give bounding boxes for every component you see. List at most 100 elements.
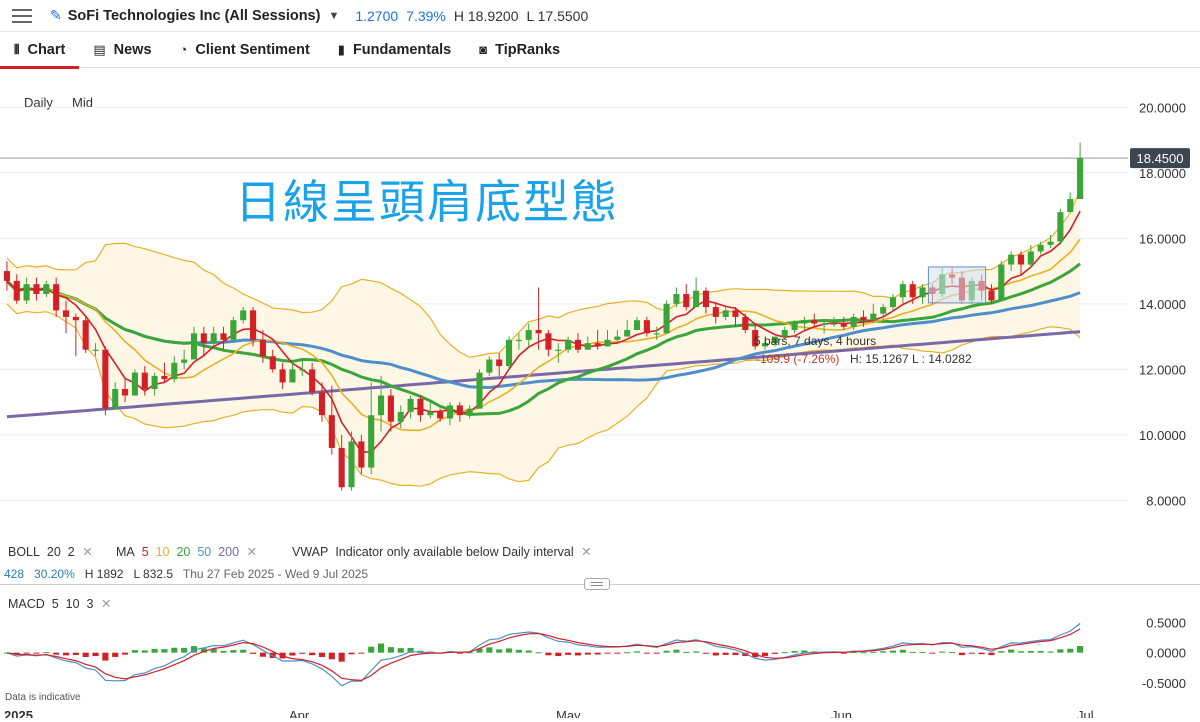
- tab-tipranks[interactable]: ◙ TipRanks: [465, 32, 574, 68]
- candle-body: [574, 339, 582, 350]
- candle-body: [545, 333, 552, 350]
- candle-icon: ⫴: [14, 41, 20, 57]
- bars-icon: ▮: [337, 41, 345, 57]
- macd-histogram-bar: [151, 648, 158, 653]
- macd-histogram-bar: [62, 652, 70, 656]
- candle-body: [240, 310, 247, 321]
- day-high: H 18.9200: [453, 7, 519, 24]
- candle-body: [397, 411, 404, 422]
- candle-body: [43, 284, 50, 294]
- macd-histogram-bar: [870, 651, 877, 653]
- macd-histogram-bar: [791, 650, 798, 653]
- ma-indicator-label[interactable]: MA 5 10 20 50 200 ✕: [116, 544, 257, 559]
- macd-histogram-bar: [112, 652, 119, 657]
- macd-histogram-bar: [289, 652, 296, 656]
- candle-body: [555, 349, 562, 351]
- macd-histogram-bar: [535, 652, 542, 654]
- macd-histogram-bar: [1047, 651, 1054, 653]
- candle-body: [732, 310, 739, 317]
- candle-body: [791, 323, 798, 331]
- macd-histogram-bar: [722, 652, 729, 655]
- tab-client-sentiment[interactable]: ◔ Client Sentiment: [166, 32, 324, 68]
- boll-indicator-label[interactable]: BOLL 20 2 ✕: [8, 544, 93, 559]
- ma200-label: 200: [218, 545, 240, 559]
- macd-histogram-bar: [653, 652, 660, 654]
- candle-body: [633, 320, 641, 331]
- candle-body: [1037, 244, 1044, 252]
- candle-body: [456, 405, 463, 416]
- tab-label: Chart: [27, 41, 66, 58]
- close-icon[interactable]: ✕: [581, 545, 591, 559]
- macd-histogram-bar: [230, 650, 237, 653]
- price-tick-label: 16.0000: [1139, 231, 1186, 246]
- time-tick-label: Jul: [1077, 708, 1094, 718]
- pencil-icon[interactable]: ✎: [50, 7, 62, 24]
- candle-body: [712, 307, 719, 317]
- instrument-title[interactable]: SoFi Technologies Inc (All Sessions): [68, 8, 321, 24]
- candle-body: [318, 392, 326, 416]
- chevron-down-icon[interactable]: ▼: [328, 10, 339, 22]
- price-change-pct: 7.39%: [406, 7, 446, 24]
- macd-histogram-bar: [693, 651, 700, 653]
- macd-histogram-bar: [643, 652, 650, 654]
- tab-fundamentals[interactable]: ▮ Fundamentals: [324, 32, 465, 68]
- candle-body: [23, 284, 30, 301]
- resize-handle-icon[interactable]: [584, 578, 610, 590]
- range-value1: 428: [4, 567, 25, 581]
- close-icon[interactable]: ✕: [247, 545, 257, 559]
- macd-indicator-label[interactable]: MACD 5 10 3 ✕: [8, 596, 111, 611]
- candle-body: [693, 290, 700, 308]
- candle-body: [377, 395, 385, 416]
- candle-body: [614, 336, 621, 340]
- macd-histogram-bar: [771, 652, 778, 654]
- candle-body: [1008, 254, 1015, 265]
- macd-histogram-bar: [1017, 651, 1025, 653]
- macd-histogram-bar: [328, 652, 335, 660]
- macd-name: MACD: [8, 597, 45, 611]
- candle-body: [535, 330, 542, 334]
- bollinger-fill: [6, 189, 1081, 487]
- macd-tick-label: -0.5000: [1142, 676, 1186, 691]
- tab-bar: ⫴ Chart ▤ News ◔ Client Sentiment ▮ Fundamen…: [0, 32, 1200, 69]
- candle-body: [427, 411, 434, 416]
- close-icon[interactable]: ✕: [82, 545, 92, 559]
- day-low: L 17.5500: [526, 7, 589, 24]
- price-change: 1.2700: [355, 7, 399, 24]
- candle-body: [250, 310, 257, 340]
- price-tick-label: 12.0000: [1139, 362, 1186, 377]
- candle-body: [407, 398, 414, 412]
- macd-histogram-bar: [368, 646, 375, 653]
- overlay-annotation: 日線呈頭肩底型態: [235, 175, 619, 229]
- close-icon[interactable]: ✕: [101, 597, 111, 611]
- price-chart[interactable]: 5 bars, 7 days, 4 hours -109.9 (-7.26%) H:…: [0, 68, 1200, 718]
- measure-box: [927, 266, 987, 304]
- candle-body: [309, 369, 316, 393]
- macd-histogram-bar: [604, 652, 611, 654]
- macd-histogram-bar: [781, 652, 788, 654]
- candle-body: [466, 408, 473, 416]
- menu-icon[interactable]: [12, 8, 32, 23]
- candle-body: [171, 362, 178, 380]
- macd-histogram-bar: [673, 649, 680, 653]
- macd-histogram-bar: [259, 652, 266, 657]
- macd-histogram-bar: [53, 652, 60, 655]
- ma10-label: 10: [155, 545, 170, 559]
- macd-histogram-bar: [919, 651, 926, 653]
- vwap-indicator-label[interactable]: VWAP Indicator only available below Dail…: [292, 544, 592, 559]
- time-tick-label: May: [556, 708, 581, 718]
- macd-histogram-bar: [594, 652, 601, 655]
- macd-histogram-bar: [505, 648, 513, 653]
- candle-body: [870, 313, 877, 321]
- candle-body: [880, 307, 887, 314]
- candle-body: [279, 369, 286, 383]
- tab-chart[interactable]: ⫴ Chart: [0, 32, 80, 69]
- candle-body: [299, 369, 306, 371]
- tab-news[interactable]: ▤ News: [79, 32, 165, 68]
- candle-body: [161, 375, 168, 380]
- macd-histogram-bar: [978, 652, 985, 655]
- candle-body: [82, 320, 89, 350]
- candle-body: [998, 264, 1005, 301]
- ma20-label: 20: [176, 545, 191, 559]
- time-tick-label: Apr: [289, 708, 310, 718]
- macd-histogram-bar: [565, 652, 572, 655]
